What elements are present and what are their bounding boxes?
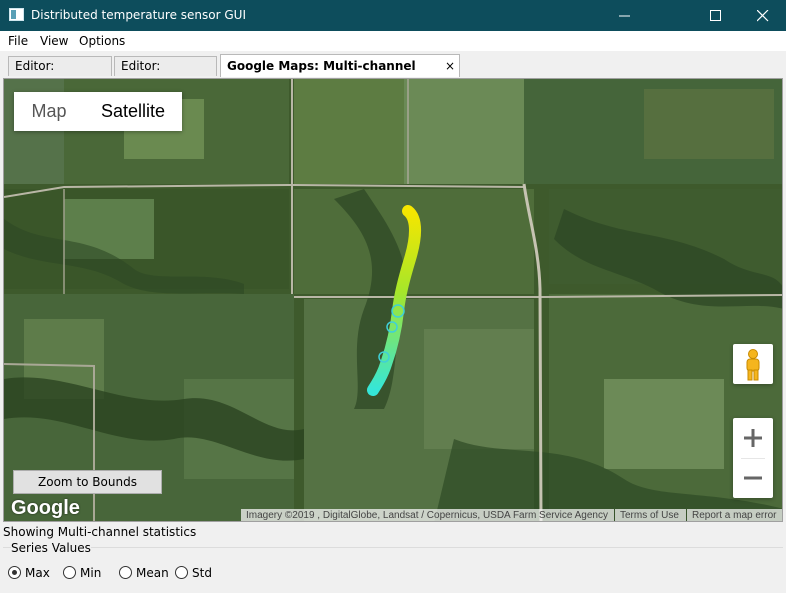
map-view[interactable]: Map Satellite Zoom to Bounds Google Imag… bbox=[3, 78, 783, 522]
zoom-out-button[interactable] bbox=[733, 458, 773, 498]
radio-circle bbox=[175, 566, 188, 579]
tab-editor-channel2[interactable]: Editor: Channel2 bbox=[114, 56, 217, 91]
tab-google-maps[interactable]: Google Maps: Multi-channel statistics × bbox=[220, 54, 460, 95]
zoom-in-button[interactable] bbox=[733, 418, 773, 458]
terms-of-use-link[interactable]: Terms of Use bbox=[615, 509, 686, 521]
zoom-to-bounds-button[interactable]: Zoom to Bounds bbox=[13, 470, 162, 494]
tab-editor-channel1[interactable]: Editor: Channel1 bbox=[8, 56, 112, 91]
series-values-title: Series Values bbox=[11, 541, 91, 555]
menu-bar: File View Options bbox=[0, 31, 786, 51]
tab-strip: Editor: Channel1 Editor: Channel2 Google… bbox=[0, 51, 786, 95]
radio-circle bbox=[63, 566, 76, 579]
map-type-control: Map Satellite bbox=[14, 92, 182, 131]
minimize-icon[interactable] bbox=[602, 0, 648, 31]
report-map-error-link[interactable]: Report a map error bbox=[687, 509, 782, 521]
imagery-attribution: Imagery ©2019 , DigitalGlobe, Landsat / … bbox=[241, 509, 614, 521]
window-title: Distributed temperature sensor GUI bbox=[31, 8, 246, 22]
satellite-imagery bbox=[4, 79, 782, 521]
google-logo: Google bbox=[11, 497, 80, 519]
maximize-icon[interactable] bbox=[693, 0, 739, 31]
app-icon bbox=[9, 8, 24, 21]
map-type-satellite-button[interactable]: Satellite bbox=[84, 92, 182, 131]
zoom-control bbox=[733, 418, 773, 498]
menu-options[interactable]: Options bbox=[79, 34, 125, 48]
radio-circle bbox=[119, 566, 132, 579]
tab-close-icon[interactable]: × bbox=[445, 55, 455, 77]
close-icon[interactable] bbox=[740, 0, 786, 31]
status-text: Showing Multi-channel statistics bbox=[3, 525, 197, 539]
menu-view[interactable]: View bbox=[40, 34, 68, 48]
menu-file[interactable]: File bbox=[8, 34, 28, 48]
radio-circle bbox=[8, 566, 21, 579]
pegman-icon[interactable] bbox=[733, 344, 773, 384]
title-bar: Distributed temperature sensor GUI bbox=[0, 0, 786, 31]
map-type-map-button[interactable]: Map bbox=[14, 92, 84, 131]
